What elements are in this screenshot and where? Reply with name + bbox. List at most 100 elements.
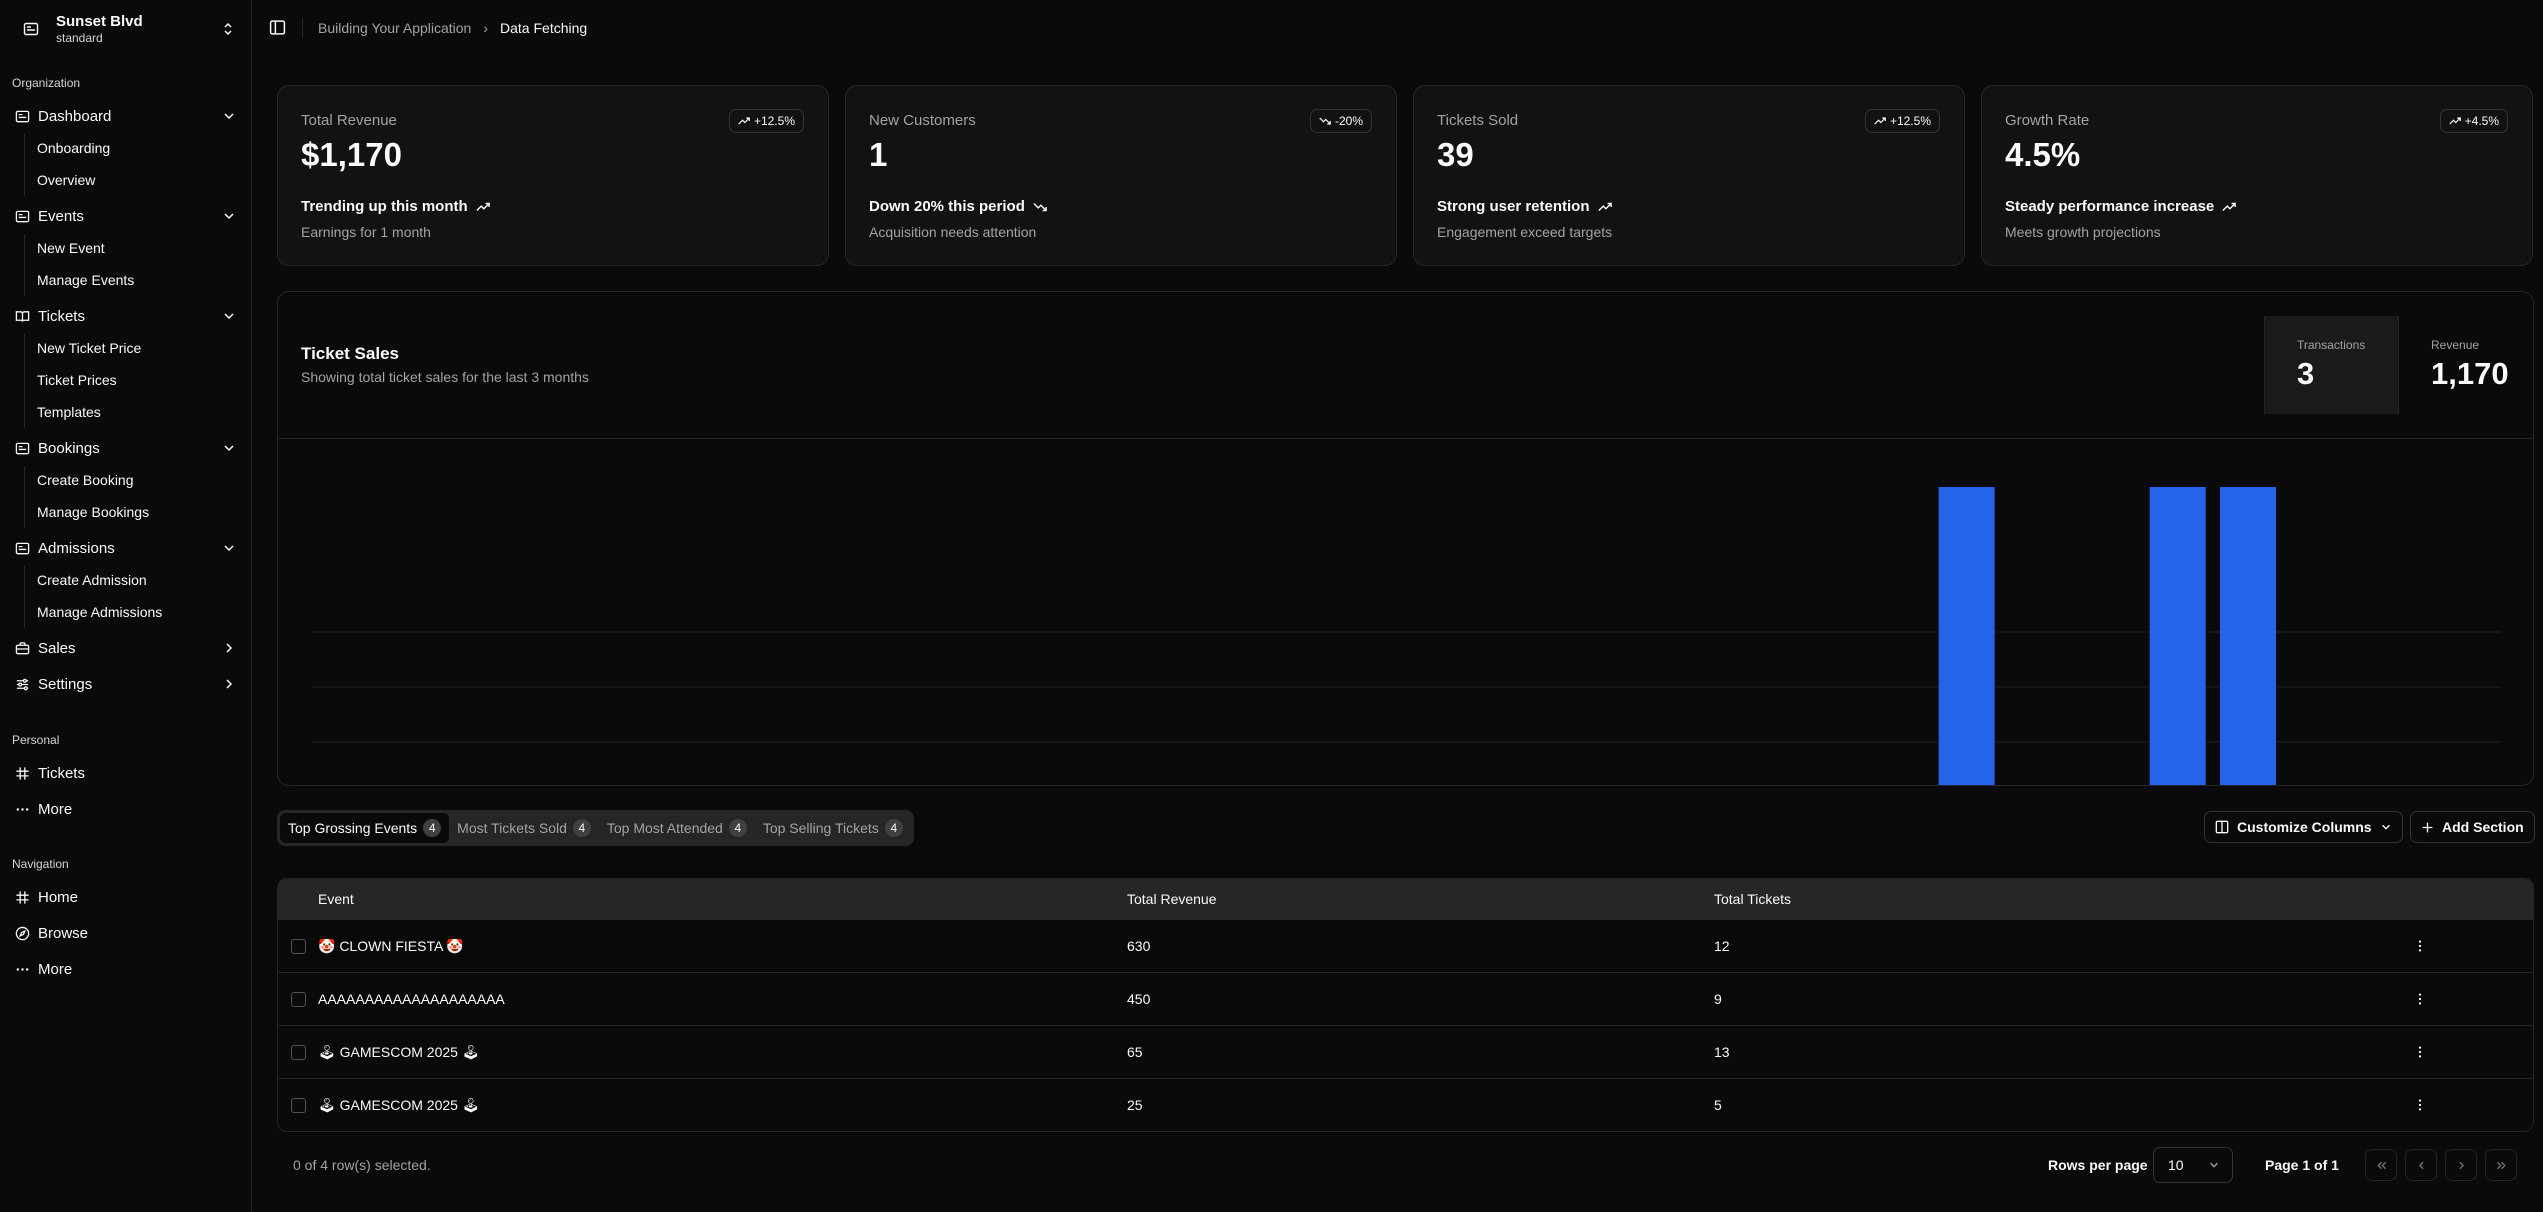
transactions-label: Transactions xyxy=(2297,338,2366,352)
row-checkbox[interactable] xyxy=(290,938,306,954)
chevrons-left-icon xyxy=(2376,1161,2386,1169)
trending-up-icon xyxy=(1874,117,1886,125)
group-label-personal: Personal xyxy=(12,733,60,747)
chart-bar-jun-13[interactable] xyxy=(2149,487,2206,786)
card-trend-line: Trending up this month xyxy=(301,198,490,215)
sidebar-item-browse[interactable]: Browse xyxy=(8,918,244,948)
breadcrumb-current: Data Fetching xyxy=(500,20,588,36)
card-value: $1,170 xyxy=(301,136,402,173)
sidebar-item-tickets[interactable]: Tickets xyxy=(8,301,244,331)
team-switcher[interactable]: Sunset Blvd standard xyxy=(12,8,240,50)
sidebar-subitem-new-ticket-price[interactable]: New Ticket Price xyxy=(37,334,141,362)
chart-bar-jun-14[interactable] xyxy=(2220,487,2276,786)
chevron-right-icon xyxy=(226,679,233,689)
column-header-total-tickets[interactable]: Total Tickets xyxy=(1714,891,2315,907)
sidebar-subitem-manage-events[interactable]: Manage Events xyxy=(37,266,134,294)
breadcrumb-parent[interactable]: Building Your Application xyxy=(318,20,471,36)
sidebar-subitem-overview[interactable]: Overview xyxy=(37,166,95,194)
submenu-line xyxy=(24,466,25,528)
ticket-sales-chart-card: Ticket Sales Showing total ticket sales … xyxy=(277,291,2534,786)
card-trend-text: Steady performance increase xyxy=(2005,198,2215,215)
trend-badge: +12.5% xyxy=(1864,109,1940,133)
sidebar-subitem-new-event[interactable]: New Event xyxy=(37,234,105,262)
revenue-label: Revenue xyxy=(2431,338,2480,352)
tab-label: Most Tickets Sold xyxy=(457,820,567,836)
tab-most-tickets-sold[interactable]: Most Tickets Sold 4 xyxy=(449,813,599,843)
card-title: New Customers xyxy=(869,112,976,129)
sidebar-item-admissions[interactable]: Admissions xyxy=(8,533,244,563)
more-vertical-icon[interactable] xyxy=(2413,1045,2427,1059)
sidebar-subitem-manage-admissions[interactable]: Manage Admissions xyxy=(37,598,162,626)
card-trend-line: Down 20% this period xyxy=(869,198,1047,215)
card-value: 1 xyxy=(869,136,888,173)
chevron-down-icon xyxy=(2210,1162,2218,1168)
revenue-toggle[interactable]: Revenue 1,170 xyxy=(2399,316,2533,414)
gallery-icon xyxy=(14,540,30,556)
sidebar-item-settings[interactable]: Settings xyxy=(8,669,244,699)
sidebar-item-bookings[interactable]: Bookings xyxy=(8,433,244,463)
sidebar-subitem-create-booking[interactable]: Create Booking xyxy=(37,466,134,494)
sidebar-item-dashboard[interactable]: Dashboard xyxy=(8,101,244,131)
previous-page-button[interactable] xyxy=(2405,1149,2437,1181)
gallery-icon xyxy=(16,14,46,44)
card-trend-line: Steady performance increase xyxy=(2005,198,2237,215)
trend-badge: +4.5% xyxy=(2439,109,2508,133)
next-page-button[interactable] xyxy=(2445,1149,2477,1181)
chevron-down-icon xyxy=(224,113,234,120)
sidebar-item-label: Tickets xyxy=(38,764,85,782)
sidebar-toggle-icon[interactable] xyxy=(269,19,287,37)
trend-badge-text: +4.5% xyxy=(2464,114,2499,128)
sidebar: Sunset Blvd standard Organization Dashbo… xyxy=(0,0,252,1212)
gallery-icon xyxy=(14,108,30,124)
rows-per-page-value: 10 xyxy=(2168,1157,2184,1173)
sidebar-item-events[interactable]: Events xyxy=(8,201,244,231)
chart-bar-jun-10[interactable] xyxy=(1938,487,1995,786)
last-page-button[interactable] xyxy=(2485,1149,2517,1181)
card-subtext: Meets growth projections xyxy=(2005,224,2161,240)
sidebar-item-personal-tickets[interactable]: Tickets xyxy=(8,758,244,788)
group-label-navigation: Navigation xyxy=(12,857,69,871)
cell-revenue: 630 xyxy=(1127,938,1151,954)
table-row: 🕹 GAMESCOM 2025 🕹 65 13 xyxy=(278,1025,2533,1078)
row-checkbox[interactable] xyxy=(290,1097,306,1113)
sidebar-item-home[interactable]: Home xyxy=(8,882,244,912)
more-vertical-icon[interactable] xyxy=(2413,992,2427,1006)
trend-badge-text: -20% xyxy=(1334,114,1363,128)
tab-top-selling-tickets[interactable]: Top Selling Tickets 4 xyxy=(755,813,911,843)
briefcase-icon xyxy=(14,640,30,656)
trending-up-icon xyxy=(2448,117,2461,125)
cell-tickets: 13 xyxy=(1714,1044,1730,1060)
customize-columns-button[interactable]: Customize Columns xyxy=(2204,811,2403,843)
table-header: Event Total Revenue Total Tickets xyxy=(278,879,2533,919)
transactions-toggle[interactable]: Transactions 3 xyxy=(2264,316,2399,414)
add-section-button[interactable]: Add Section xyxy=(2410,811,2535,843)
card-trend-line: Strong user retention xyxy=(1437,198,1612,215)
tab-top-grossing-events[interactable]: Top Grossing Events 4 xyxy=(280,813,450,843)
transactions-value: 3 xyxy=(2297,356,2315,391)
sidebar-item-sales[interactable]: Sales xyxy=(8,633,244,663)
plus-icon xyxy=(2422,822,2433,832)
cell-tickets: 9 xyxy=(1714,991,1722,1007)
sidebar-subitem-onboarding[interactable]: Onboarding xyxy=(37,134,110,162)
row-checkbox[interactable] xyxy=(290,1044,306,1060)
sidebar-item-personal-more[interactable]: More xyxy=(8,794,244,824)
column-header-event[interactable]: Event xyxy=(318,891,1127,907)
rows-per-page-select[interactable]: 10 xyxy=(2153,1147,2233,1183)
more-vertical-icon[interactable] xyxy=(2413,939,2427,953)
more-vertical-icon[interactable] xyxy=(2413,1098,2427,1112)
row-checkbox[interactable] xyxy=(290,991,306,1007)
sidebar-subitem-templates[interactable]: Templates xyxy=(37,398,101,426)
sidebar-item-nav-more[interactable]: More xyxy=(8,954,244,984)
chevron-down-icon xyxy=(224,213,234,220)
sidebar-subitem-manage-bookings[interactable]: Manage Bookings xyxy=(37,498,149,526)
sidebar-subitem-create-admission[interactable]: Create Admission xyxy=(37,566,147,594)
chevron-down-icon xyxy=(224,545,234,552)
sidebar-subitem-ticket-prices[interactable]: Ticket Prices xyxy=(37,366,117,394)
cell-revenue: 65 xyxy=(1127,1044,1143,1060)
hash-icon xyxy=(14,889,30,905)
first-page-button[interactable] xyxy=(2365,1149,2397,1181)
cell-event: 🕹 GAMESCOM 2025 🕹 xyxy=(318,1096,480,1113)
column-header-total-revenue[interactable]: Total Revenue xyxy=(1127,891,1714,907)
tab-top-most-attended[interactable]: Top Most Attended 4 xyxy=(599,813,755,843)
tab-label: Top Selling Tickets xyxy=(762,820,879,836)
